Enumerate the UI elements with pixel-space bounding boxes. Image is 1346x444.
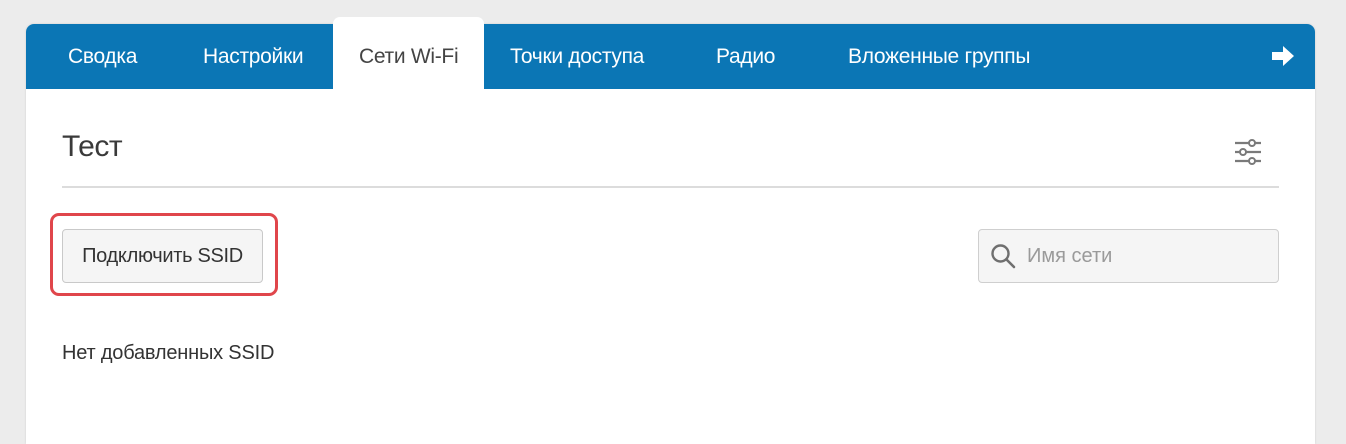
page-title: Тест	[62, 130, 123, 163]
empty-state-text: Нет добавленных SSID	[62, 342, 275, 364]
search-icon	[991, 244, 1016, 269]
tab-bar: Сводка Настройки Сети Wi-Fi Точки доступ…	[26, 17, 1315, 89]
tab-settings[interactable]: Настройки	[203, 24, 304, 89]
sliders-icon[interactable]	[1234, 139, 1262, 165]
arrow-right-icon[interactable]	[1271, 45, 1295, 67]
tab-wifi-networks[interactable]: Сети Wi-Fi	[333, 17, 485, 89]
tab-access-points[interactable]: Точки доступа	[510, 24, 644, 89]
title-divider	[62, 186, 1279, 188]
main-panel: Сводка Настройки Сети Wi-Fi Точки доступ…	[26, 17, 1315, 444]
search-input[interactable]	[1027, 230, 1267, 282]
tab-summary[interactable]: Сводка	[68, 24, 137, 89]
tab-nested-groups[interactable]: Вложенные группы	[848, 24, 1030, 89]
connect-ssid-button[interactable]: Подключить SSID	[62, 229, 263, 283]
search-box	[978, 229, 1279, 283]
tab-radio[interactable]: Радио	[716, 24, 775, 89]
